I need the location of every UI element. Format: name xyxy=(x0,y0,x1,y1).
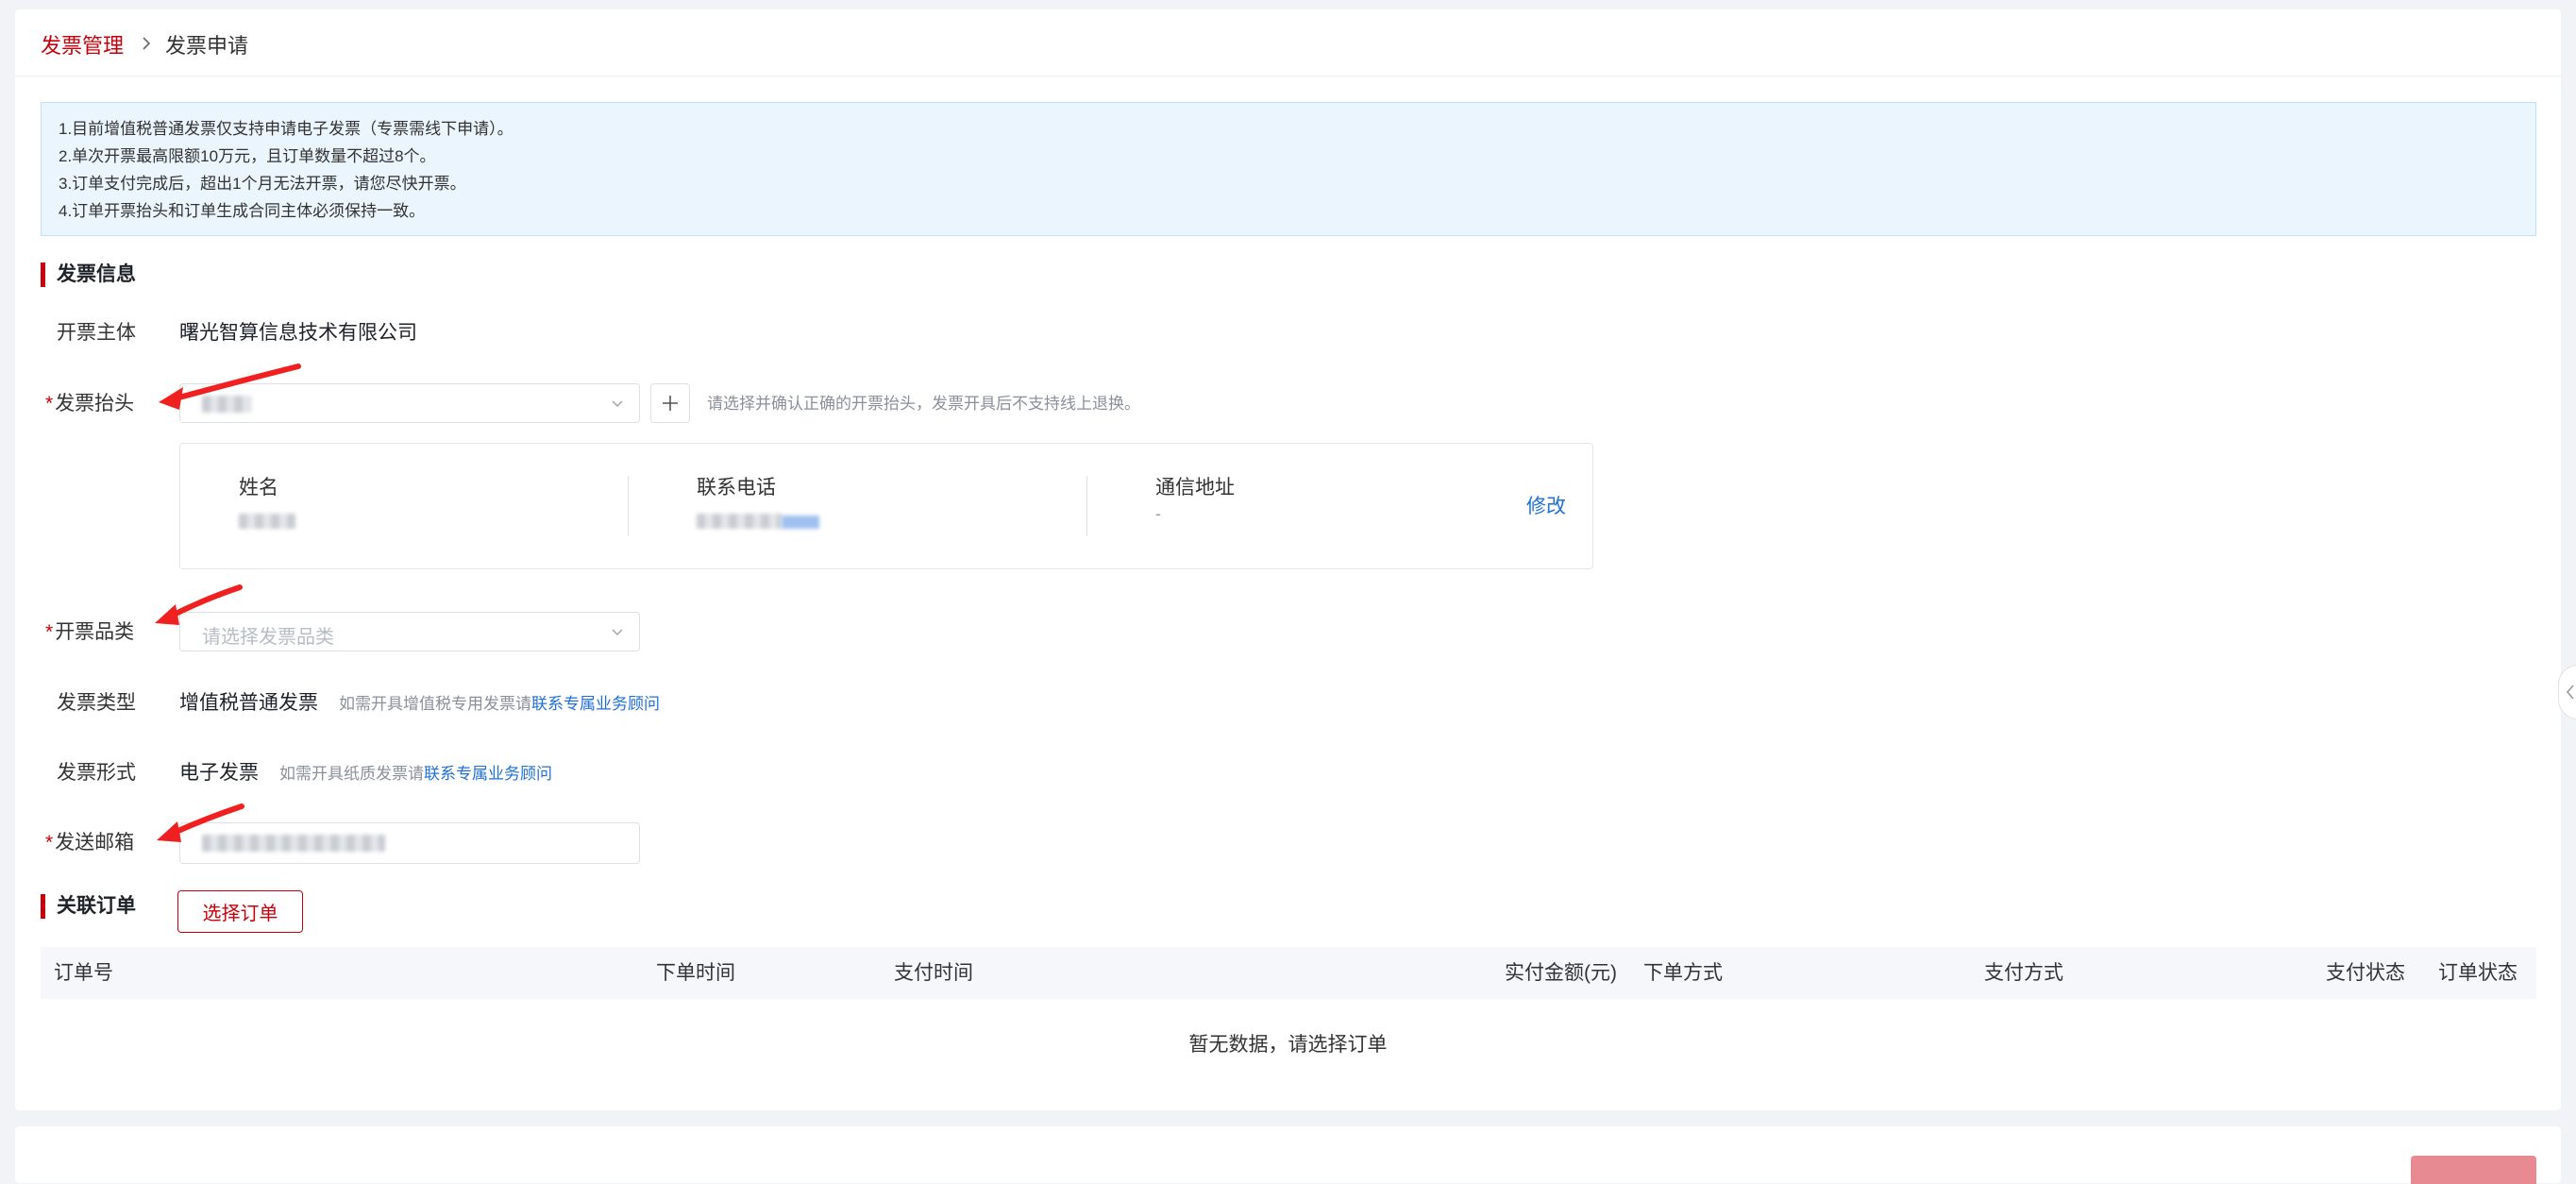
column-header: 订单状态 xyxy=(2438,962,2517,984)
invoice-header-label: *发票抬头 xyxy=(45,393,135,414)
notice-line: 2.单次开票最高限额10万元，且订单数量不超过8个。 xyxy=(59,147,436,165)
chevron-right-icon xyxy=(141,32,152,57)
required-mark: * xyxy=(45,393,54,414)
orders-empty-text: 暂无数据，请选择订单 xyxy=(1188,1034,1388,1056)
breadcrumb-invoice-management[interactable]: 发票管理 xyxy=(41,29,124,59)
issuer-value: 曙光智算信息技术有限公司 xyxy=(179,322,417,344)
chevron-down-icon xyxy=(612,400,623,408)
column-header: 支付方式 xyxy=(1984,962,2063,984)
chevron-down-icon xyxy=(612,629,623,636)
contact-name-label: 姓名 xyxy=(239,477,278,499)
invoice-form-value: 电子发票 xyxy=(179,762,259,784)
contact-address-label: 通信地址 xyxy=(1155,477,1235,499)
column-header: 下单方式 xyxy=(1643,962,1723,984)
redacted-header-value xyxy=(202,396,251,413)
notice-line: 4.订单开票抬头和订单生成合同主体必须保持一致。 xyxy=(59,202,426,220)
invoice-type-hint: 如需开具增值税专用发票请联系专属业务顾问 xyxy=(339,695,660,713)
redacted-email xyxy=(202,835,385,852)
email-label: *发送邮箱 xyxy=(45,832,135,854)
contact-phone-label: 联系电话 xyxy=(697,477,776,499)
invoice-type-label: 发票类型 xyxy=(57,692,136,714)
notice-line: 3.订单支付完成后，超出1个月无法开票，请您尽快开票。 xyxy=(59,175,466,193)
invoice-category-select[interactable]: 请选择发票品类 xyxy=(179,612,640,651)
contact-divider xyxy=(1086,476,1087,536)
contact-address-col: 通信地址 - xyxy=(1155,474,1235,524)
column-header: 支付状态 xyxy=(2326,962,2405,984)
chevron-left-icon xyxy=(2566,685,2574,700)
header-hint: 请选择并确认正确的开票抬头，发票开具后不支持线上退换。 xyxy=(707,395,1140,413)
invoice-category-label: *开票品类 xyxy=(45,621,135,643)
notice-box: 1.目前增值税普通发票仅支持申请电子发票（专票需线下申请）。 2.单次开票最高限… xyxy=(41,102,2536,236)
column-header: 下单时间 xyxy=(656,962,735,984)
column-header: 支付时间 xyxy=(894,962,973,984)
redacted-name xyxy=(239,514,295,529)
contact-card: 姓名 联系电话 通信地址 - 修改 xyxy=(179,443,1593,569)
email-input[interactable] xyxy=(179,822,640,864)
breadcrumb: 发票管理 发票申请 xyxy=(41,28,248,60)
section-title-invoice-info: 发票信息 xyxy=(41,262,136,287)
orders-table-header: 订单号 下单时间 支付时间 实付金额(元) 下单方式 支付方式 支付状态 订单状… xyxy=(41,947,2536,999)
add-header-button[interactable] xyxy=(650,383,690,423)
issuer-label: 开票主体 xyxy=(57,322,136,344)
choose-order-button[interactable]: 选择订单 xyxy=(177,890,303,933)
invoice-type-value: 增值税普通发票 xyxy=(179,692,318,714)
footer-bar xyxy=(15,1126,2561,1183)
column-header: 实付金额(元) xyxy=(1505,962,1617,984)
edit-contact-link[interactable]: 修改 xyxy=(1526,491,1566,519)
breadcrumb-invoice-apply: 发票申请 xyxy=(165,34,249,58)
column-header: 订单号 xyxy=(54,962,113,984)
submit-button[interactable] xyxy=(2411,1156,2536,1184)
invoice-header-select[interactable] xyxy=(179,383,640,423)
contact-name-col: 姓名 xyxy=(239,474,295,529)
redacted-phone xyxy=(697,514,819,529)
required-mark: * xyxy=(45,621,54,643)
contact-phone-col: 联系电话 xyxy=(697,474,819,529)
required-mark: * xyxy=(45,832,54,854)
section-title-related-orders: 关联订单 xyxy=(41,894,136,919)
notice-line: 1.目前增值税普通发票仅支持申请电子发票（专票需线下申请）。 xyxy=(59,120,514,138)
invoice-form-hint: 如需开具纸质发票请联系专属业务顾问 xyxy=(279,765,552,783)
contact-divider xyxy=(628,476,629,536)
plus-icon xyxy=(663,396,678,411)
category-placeholder: 请选择发票品类 xyxy=(202,627,334,648)
contact-advisor-link[interactable]: 联系专属业务顾问 xyxy=(424,765,552,783)
contact-advisor-link[interactable]: 联系专属业务顾问 xyxy=(531,695,660,713)
contact-address-value: - xyxy=(1155,504,1161,523)
invoice-form-label: 发票形式 xyxy=(57,762,136,784)
